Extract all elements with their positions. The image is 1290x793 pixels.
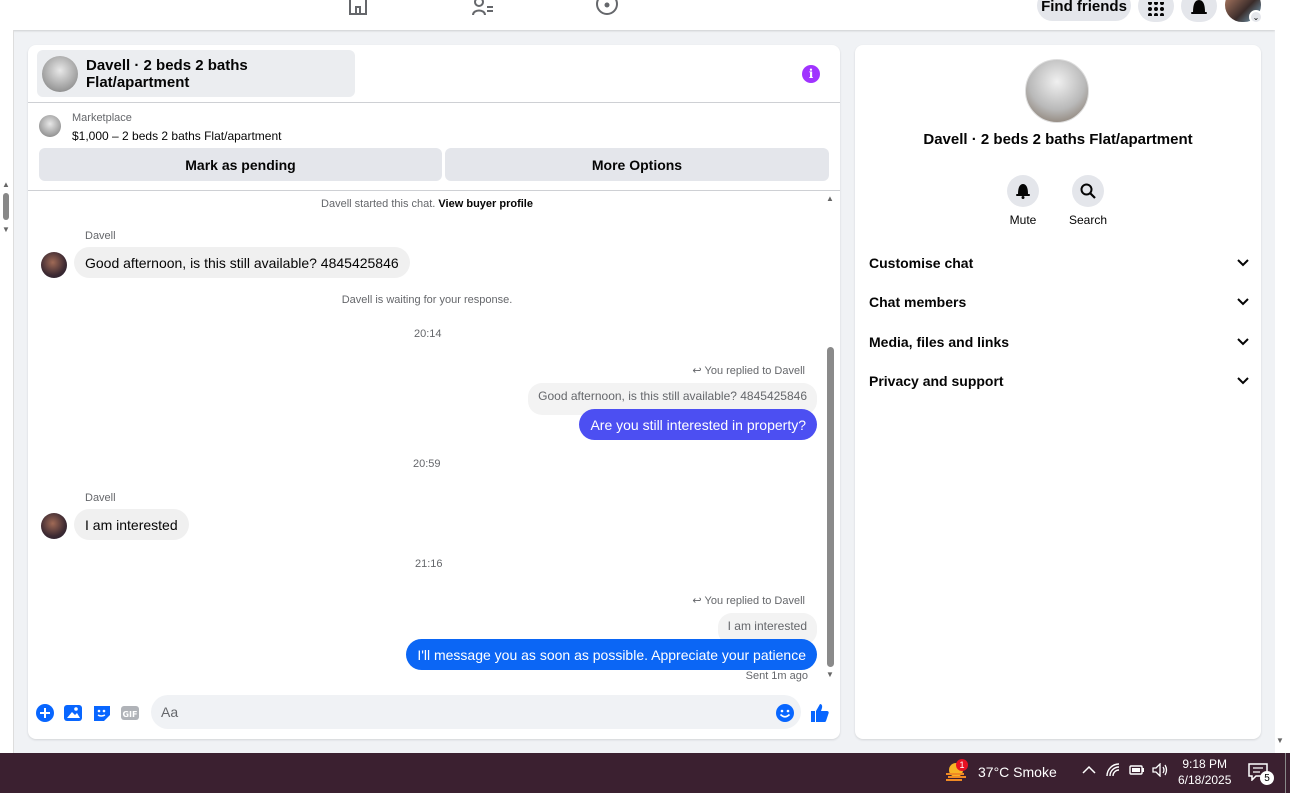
section-media-files-links[interactable]: Media, files and links — [869, 332, 1249, 352]
top-navigation: Find friends ⌄ — [0, 0, 1275, 30]
menu-button[interactable] — [1138, 0, 1174, 22]
chat-scrollbar[interactable]: ▲ ▼ — [826, 194, 836, 680]
notification-center-icon[interactable]: 5 — [1248, 763, 1274, 785]
scroll-down-arrow-icon[interactable]: ▼ — [1276, 736, 1284, 745]
clock-date: 6/18/2025 — [1178, 773, 1232, 787]
marketplace-thumbnail[interactable] — [39, 115, 61, 137]
reply-arrow-icon: ↩ — [692, 365, 705, 377]
section-label: Privacy and support — [869, 373, 1004, 389]
sender-avatar[interactable] — [41, 513, 67, 539]
scroll-down-arrow-icon[interactable]: ▼ — [826, 670, 834, 679]
section-label: Media, files and links — [869, 334, 1010, 350]
svg-text:GIF: GIF — [122, 710, 137, 719]
bell-icon — [1191, 0, 1207, 14]
weather-text: 37°C Smoke — [978, 764, 1057, 780]
scroll-up-arrow-icon[interactable]: ▲ — [826, 194, 834, 203]
chevron-down-icon — [1237, 298, 1249, 306]
details-title: Davell · 2 beds 2 baths Flat/apartment — [923, 131, 1193, 148]
chat-started-text: Davell started this chat. — [321, 198, 436, 210]
profile-avatar[interactable]: ⌄ — [1225, 0, 1263, 24]
scrollbar-thumb[interactable] — [827, 347, 834, 667]
search-button[interactable]: Search — [1058, 175, 1118, 227]
wifi-icon[interactable] — [1106, 763, 1122, 780]
chat-title: Davell · 2 beds 2 baths Flat/apartment — [86, 56, 248, 91]
photo-icon[interactable] — [63, 703, 83, 723]
waiting-notice: Davell is waiting for your response. — [341, 294, 513, 306]
system-clock[interactable]: 9:18 PM 6/18/2025 — [1178, 756, 1231, 788]
friends-icon[interactable] — [470, 0, 496, 16]
section-label: Chat members — [869, 294, 967, 310]
outgoing-message[interactable]: Are you still interested in property? — [579, 409, 817, 440]
find-friends-button[interactable]: Find friends — [1037, 0, 1131, 21]
show-desktop-button[interactable] — [1285, 753, 1290, 793]
marketplace-label: Marketplace — [72, 112, 132, 124]
mute-button[interactable]: Mute — [993, 175, 1053, 227]
chevron-down-icon — [1237, 377, 1249, 385]
notifications-button[interactable] — [1181, 0, 1217, 22]
notification-count: 5 — [1260, 771, 1274, 785]
message-input[interactable] — [151, 695, 801, 729]
sender-avatar[interactable] — [41, 252, 67, 278]
view-buyer-profile-link[interactable]: View buyer profile — [438, 198, 533, 210]
windows-taskbar: 1 37°C Smoke 9:18 PM 6/18/2025 5 — [0, 753, 1290, 793]
clock-time: 9:18 PM — [1182, 757, 1228, 771]
timestamp: 20:14 — [414, 328, 442, 340]
sender-name: Davell — [85, 230, 116, 242]
sender-name: Davell — [85, 492, 116, 504]
section-privacy-support[interactable]: Privacy and support — [869, 371, 1249, 391]
grid-menu-icon — [1148, 2, 1164, 16]
scroll-down-arrow-icon[interactable]: ▼ — [2, 225, 10, 234]
chat-started-notice: Davell started this chat. View buyer pro… — [28, 198, 826, 210]
emoji-icon[interactable] — [775, 703, 795, 723]
listing-thumbnail — [42, 55, 78, 92]
section-label: Customise chat — [869, 255, 974, 271]
mark-as-pending-button[interactable]: Mark as pending — [39, 148, 442, 181]
timestamp: 20:59 — [413, 458, 441, 470]
weather-widget[interactable]: 1 37°C Smoke — [944, 759, 1057, 783]
battery-icon[interactable] — [1129, 763, 1145, 780]
search-label: Search — [1068, 213, 1108, 227]
chat-details-panel: Davell · 2 beds 2 baths Flat/apartment M… — [855, 45, 1261, 739]
chat-header[interactable]: Davell · 2 beds 2 baths Flat/apartment — [37, 50, 355, 97]
divider — [28, 190, 840, 191]
mute-label: Mute — [1009, 213, 1037, 227]
timestamp: 21:16 — [415, 558, 443, 570]
more-options-button[interactable]: More Options — [445, 148, 829, 181]
incoming-message[interactable]: Good afternoon, is this still available?… — [74, 247, 410, 278]
info-icon[interactable]: i — [802, 65, 820, 83]
plus-icon[interactable] — [35, 703, 55, 723]
reply-arrow-icon: ↩ — [692, 595, 705, 607]
page-scrollbar[interactable]: ▲ ▼ — [0, 30, 14, 753]
chevron-down-icon: ⌄ — [1249, 10, 1263, 24]
right-scrollbar-track[interactable] — [1275, 0, 1290, 753]
weather-badge: 1 — [956, 759, 968, 771]
section-chat-members[interactable]: Chat members — [869, 292, 1249, 312]
replied-to-label: ↩ You replied to Davell — [692, 595, 805, 607]
show-hidden-icons-chevron-icon[interactable] — [1082, 763, 1096, 780]
divider — [28, 102, 840, 103]
bell-icon — [1016, 184, 1030, 199]
scroll-up-arrow-icon[interactable]: ▲ — [2, 180, 10, 189]
volume-icon[interactable] — [1152, 762, 1170, 780]
chevron-down-icon — [1237, 338, 1249, 346]
groups-icon[interactable] — [594, 0, 620, 16]
incoming-message[interactable]: I am interested — [74, 509, 189, 540]
scrollbar-thumb[interactable] — [3, 193, 9, 220]
chevron-down-icon — [1237, 259, 1249, 267]
outgoing-message[interactable]: I'll message you as soon as possible. Ap… — [406, 639, 817, 670]
home-icon[interactable] — [345, 0, 371, 16]
listing-image — [1025, 59, 1089, 123]
sticker-icon[interactable] — [92, 703, 112, 723]
gif-icon[interactable]: GIF — [120, 703, 140, 723]
replied-to-label: ↩ You replied to Davell — [692, 365, 805, 377]
thumbs-up-icon[interactable] — [810, 703, 830, 723]
section-customise-chat[interactable]: Customise chat — [869, 253, 1249, 273]
sent-status: Sent 1m ago — [745, 670, 808, 682]
chat-panel: Davell · 2 beds 2 baths Flat/apartment i… — [28, 45, 840, 739]
weather-smoke-icon: 1 — [944, 759, 970, 783]
search-icon — [1080, 183, 1096, 199]
listing-price[interactable]: $1,000 – 2 beds 2 baths Flat/apartment — [72, 129, 281, 143]
message-composer: GIF — [28, 695, 840, 729]
